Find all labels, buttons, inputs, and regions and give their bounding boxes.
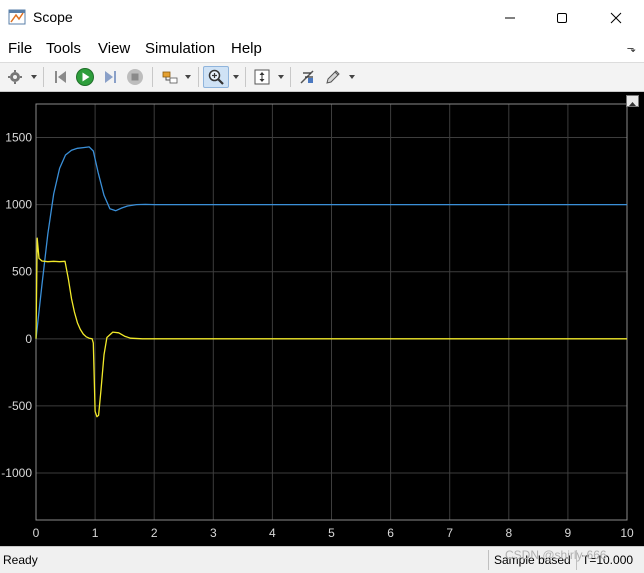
scope-display[interactable]: 0 1 2 3 4 5 6 7 8 9 10 -1000 -500 0 500 1000 1500 — [0, 92, 644, 546]
highlight-block-icon — [162, 71, 178, 84]
toolbar-separator — [43, 67, 44, 87]
chevron-down-icon[interactable] — [232, 73, 240, 81]
highlight-block-button[interactable] — [159, 66, 181, 88]
gear-icon — [8, 70, 22, 84]
restore-icon — [629, 102, 636, 106]
x-tick-label: 3 — [210, 526, 217, 540]
window-title: Scope — [33, 9, 73, 25]
minimize-icon — [505, 17, 515, 19]
settings-button[interactable] — [4, 66, 26, 88]
run-icon — [76, 68, 94, 86]
step-back-icon — [55, 71, 66, 83]
edit-icon — [326, 70, 340, 84]
x-tick-label: 10 — [620, 526, 634, 540]
step-forward-icon — [105, 71, 116, 83]
menu-view[interactable]: View — [98, 40, 130, 57]
toolbar-separator — [152, 67, 153, 87]
toolbar-separator — [198, 67, 199, 87]
x-tick-label: 7 — [446, 526, 453, 540]
title-bar: Scope — [0, 0, 644, 36]
x-tick-label: 9 — [565, 526, 572, 540]
dock-arrow-icon[interactable]: ⬎ — [627, 42, 636, 55]
toolbar-separator — [245, 67, 246, 87]
toolbar-separator — [290, 67, 291, 87]
toolbar — [0, 63, 644, 92]
cursor-measurements-button[interactable] — [296, 66, 318, 88]
status-ready: Ready — [3, 553, 38, 567]
scale-axes-button[interactable] — [251, 66, 273, 88]
undock-axes-button[interactable] — [626, 95, 639, 107]
watermark: CSDN @shirly-666 — [505, 548, 607, 562]
x-tick-label: 4 — [269, 526, 276, 540]
menu-bar: File Tools View Simulation Help ⬎ — [0, 36, 644, 63]
menu-help[interactable]: Help — [231, 40, 262, 57]
y-tick-label: 0 — [25, 332, 32, 346]
scope-plot[interactable]: 0 1 2 3 4 5 6 7 8 9 10 -1000 -500 0 500 1000 1500 — [0, 92, 644, 546]
x-tick-label: 5 — [328, 526, 335, 540]
cursor-measurements-icon — [300, 70, 314, 84]
zoom-button[interactable] — [203, 66, 229, 88]
chevron-down-icon[interactable] — [184, 73, 192, 81]
minimize-button[interactable] — [484, 0, 536, 36]
y-tick-label: 1000 — [5, 198, 32, 212]
maximize-button[interactable] — [536, 0, 588, 36]
step-back-button[interactable] — [50, 66, 72, 88]
y-tick-label: -1000 — [1, 466, 32, 480]
run-button[interactable] — [74, 66, 96, 88]
chevron-down-icon[interactable] — [277, 73, 285, 81]
zoom-icon — [208, 69, 224, 85]
y-tick-label: -500 — [8, 399, 32, 413]
y-tick-label: 1500 — [5, 131, 32, 145]
tick-labels: 0 1 2 3 4 5 6 7 8 9 10 -1000 -500 0 500 1000 1500 — [1, 131, 634, 540]
stop-button[interactable] — [124, 66, 146, 88]
x-tick-label: 6 — [387, 526, 394, 540]
matlab-app-icon — [8, 9, 26, 25]
x-tick-label: 2 — [151, 526, 158, 540]
x-tick-label: 8 — [505, 526, 512, 540]
menu-file[interactable]: File — [8, 40, 32, 57]
x-tick-label: 1 — [92, 526, 99, 540]
close-button[interactable] — [590, 0, 642, 36]
chevron-down-icon[interactable] — [30, 73, 38, 81]
y-tick-label: 500 — [12, 265, 32, 279]
plot-grid — [35, 104, 628, 520]
x-tick-label: 0 — [33, 526, 40, 540]
menu-simulation[interactable]: Simulation — [145, 40, 215, 57]
close-icon — [610, 12, 622, 24]
menu-tools[interactable]: Tools — [46, 40, 81, 57]
edit-button[interactable] — [322, 66, 344, 88]
scale-axes-icon — [254, 69, 270, 85]
maximize-icon — [557, 13, 567, 23]
step-forward-button[interactable] — [99, 66, 121, 88]
stop-icon — [127, 69, 143, 85]
chevron-down-icon[interactable] — [348, 73, 356, 81]
